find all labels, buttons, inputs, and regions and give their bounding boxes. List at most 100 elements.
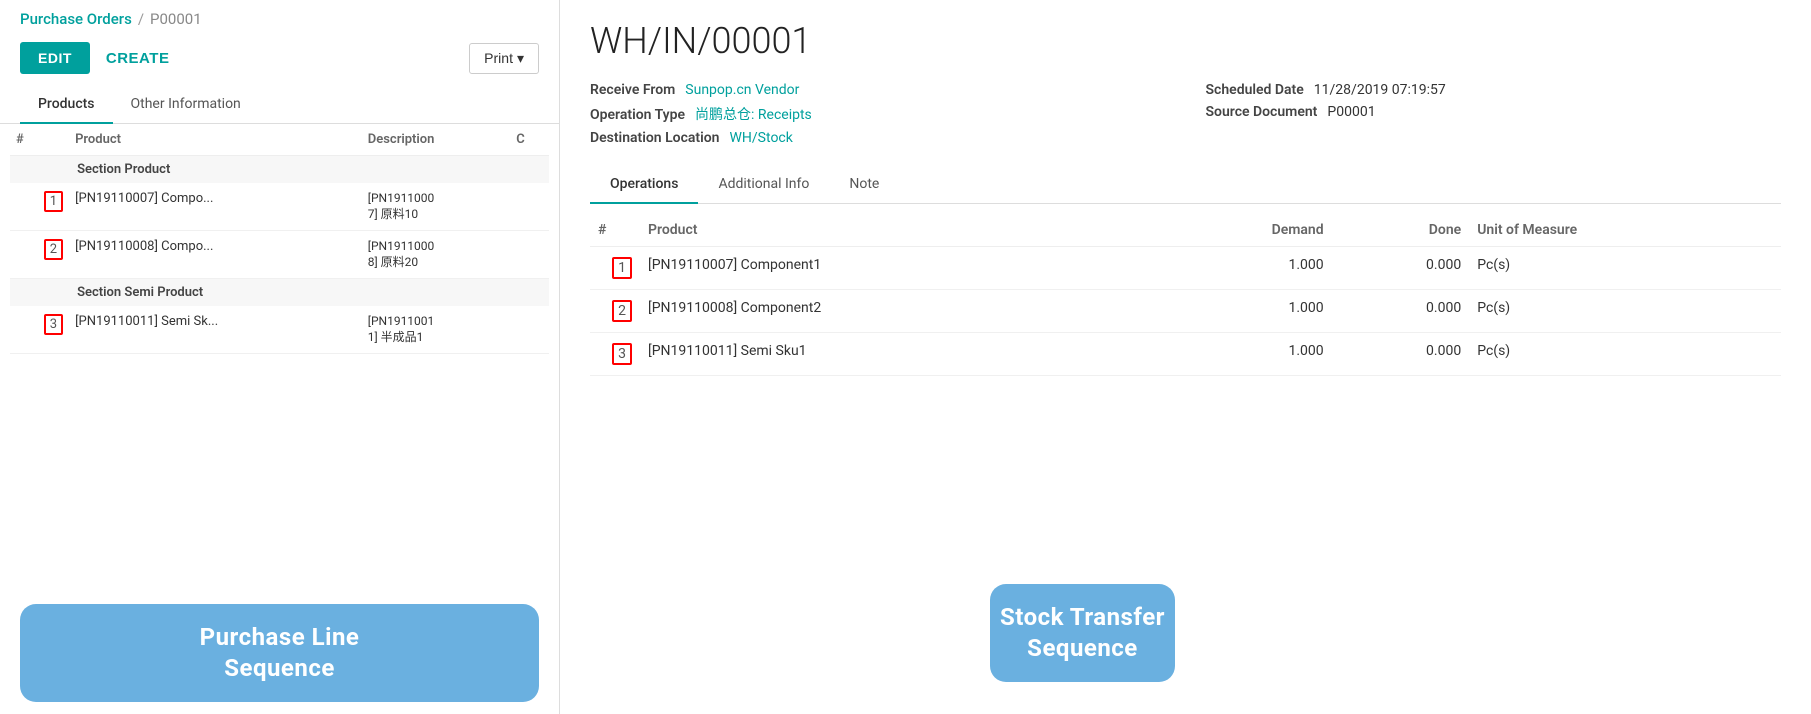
receive-from-row: Receive From Sunpop.cn Vendor xyxy=(590,82,1166,98)
print-dropdown-icon[interactable]: ▾ xyxy=(517,50,524,67)
wh-title: WH/IN/00001 xyxy=(590,20,1781,62)
tab-other-information[interactable]: Other Information xyxy=(113,86,259,124)
col-description: Description xyxy=(362,124,511,156)
ops-row-uom: Pc(s) xyxy=(1469,247,1781,290)
col-num: # xyxy=(10,124,69,156)
operation-type-value[interactable]: 尚鹏总仓: Receipts xyxy=(695,104,812,124)
scheduled-date-label: Scheduled Date xyxy=(1206,82,1304,98)
table-row: 1 [PN19110007] Component1 1.000 0.000 Pc… xyxy=(590,247,1781,290)
row-num: 2 xyxy=(10,231,69,279)
ops-highlight-3: 3 xyxy=(612,343,632,365)
bottom-row: Stock TransferSequence xyxy=(590,572,1781,694)
info-col-right: Scheduled Date 11/28/2019 07:19:57 Sourc… xyxy=(1206,82,1782,146)
row-description: [PN19110007] 原料10 xyxy=(362,183,511,231)
breadcrumb-separator: / xyxy=(138,10,144,28)
scheduled-date-value: 11/28/2019 07:19:57 xyxy=(1314,82,1446,98)
ops-row-done: 0.000 xyxy=(1332,247,1470,290)
ops-row-product: [PN19110007] Component1 xyxy=(640,247,1149,290)
section-row-semi: Section Semi Product xyxy=(10,279,549,307)
row-num: 1 xyxy=(10,183,69,231)
table-row: 1 [PN19110007] Compo... [PN19110007] 原料1… xyxy=(10,183,549,231)
row-description: [PN19110011] 半成品1 xyxy=(362,306,511,354)
ops-row-uom: Pc(s) xyxy=(1469,333,1781,376)
print-label: Print xyxy=(484,50,513,66)
row-description: [PN19110008] 原料20 xyxy=(362,231,511,279)
purchase-line-sequence-banner: Purchase LineSequence xyxy=(20,604,539,702)
ops-row-product: [PN19110011] Semi Sku1 xyxy=(640,333,1149,376)
row-num: 3 xyxy=(10,306,69,354)
destination-label: Destination Location xyxy=(590,130,720,146)
products-table-header: # Product Description C xyxy=(10,124,549,156)
ops-table-header: # Product Demand Done Unit of Measure xyxy=(590,214,1781,247)
source-doc-label: Source Document xyxy=(1206,104,1318,120)
ops-col-uom: Unit of Measure xyxy=(1469,214,1781,247)
stock-transfer-sequence-banner: Stock TransferSequence xyxy=(990,584,1175,682)
source-doc-row: Source Document P00001 xyxy=(1206,104,1782,120)
operation-type-label: Operation Type xyxy=(590,107,685,123)
row-product: [PN19110011] Semi Sk... xyxy=(69,306,362,354)
action-bar: EDIT CREATE Print ▾ xyxy=(0,34,559,86)
receive-from-value[interactable]: Sunpop.cn Vendor xyxy=(685,82,799,98)
receive-from-label: Receive From xyxy=(590,82,675,98)
highlight-num-1: 1 xyxy=(44,191,63,212)
col-c: C xyxy=(510,124,549,156)
breadcrumb: Purchase Orders / P00001 xyxy=(0,0,559,34)
highlight-num-3: 3 xyxy=(44,314,63,335)
left-panel: Purchase Orders / P00001 EDIT CREATE Pri… xyxy=(0,0,560,714)
source-doc-value: P00001 xyxy=(1327,104,1375,120)
ops-row-done: 0.000 xyxy=(1332,290,1470,333)
destination-value[interactable]: WH/Stock xyxy=(730,130,793,146)
breadcrumb-current: P00001 xyxy=(150,10,202,28)
operation-type-row: Operation Type 尚鹏总仓: Receipts xyxy=(590,104,1166,124)
ops-col-demand: Demand xyxy=(1149,214,1332,247)
print-button[interactable]: Print ▾ xyxy=(469,43,539,74)
row-product: [PN19110007] Compo... xyxy=(69,183,362,231)
products-table-body: Section Product 1 [PN19110007] Compo... … xyxy=(10,156,549,354)
ops-row-demand: 1.000 xyxy=(1149,247,1332,290)
table-row: 3 [PN19110011] Semi Sku1 1.000 0.000 Pc(… xyxy=(590,333,1781,376)
table-row: 3 [PN19110011] Semi Sk... [PN19110011] 半… xyxy=(10,306,549,354)
info-col-left: Receive From Sunpop.cn Vendor Operation … xyxy=(590,82,1166,146)
tabs-left: Products Other Information xyxy=(0,86,559,124)
tabs-right: Operations Additional Info Note xyxy=(590,166,1781,204)
destination-row: Destination Location WH/Stock xyxy=(590,130,1166,146)
ops-col-product: Product xyxy=(640,214,1149,247)
tab-additional-info[interactable]: Additional Info xyxy=(698,166,829,204)
edit-button[interactable]: EDIT xyxy=(20,42,90,74)
right-panel: WH/IN/00001 Receive From Sunpop.cn Vendo… xyxy=(560,0,1811,714)
tab-note[interactable]: Note xyxy=(829,166,899,204)
row-c xyxy=(510,306,549,354)
highlight-num-2: 2 xyxy=(44,239,63,260)
section-label-semi: Section Semi Product xyxy=(69,279,549,307)
section-label-product: Section Product xyxy=(69,156,549,184)
row-product: [PN19110008] Compo... xyxy=(69,231,362,279)
ops-row-num: 3 xyxy=(590,333,640,376)
breadcrumb-link[interactable]: Purchase Orders xyxy=(20,10,132,28)
info-grid: Receive From Sunpop.cn Vendor Operation … xyxy=(590,82,1781,146)
ops-row-demand: 1.000 xyxy=(1149,333,1332,376)
products-table-area: # Product Description C Section Product xyxy=(0,124,559,592)
table-row: 2 [PN19110008] Compo... [PN19110008] 原料2… xyxy=(10,231,549,279)
ops-row-done: 0.000 xyxy=(1332,333,1470,376)
ops-row-uom: Pc(s) xyxy=(1469,290,1781,333)
products-table: # Product Description C Section Product xyxy=(10,124,549,354)
ops-col-num: # xyxy=(590,214,640,247)
table-row: 2 [PN19110008] Component2 1.000 0.000 Pc… xyxy=(590,290,1781,333)
ops-row-demand: 1.000 xyxy=(1149,290,1332,333)
tab-products[interactable]: Products xyxy=(20,86,113,124)
ops-row-num: 1 xyxy=(590,247,640,290)
col-product: Product xyxy=(69,124,362,156)
ops-col-done: Done xyxy=(1332,214,1470,247)
operations-table: # Product Demand Done Unit of Measure 1 xyxy=(590,214,1781,376)
operations-table-area: # Product Demand Done Unit of Measure 1 xyxy=(590,204,1781,564)
row-c xyxy=(510,231,549,279)
tab-operations[interactable]: Operations xyxy=(590,166,698,204)
ops-table-body: 1 [PN19110007] Component1 1.000 0.000 Pc… xyxy=(590,247,1781,376)
ops-row-num: 2 xyxy=(590,290,640,333)
section-row-product: Section Product xyxy=(10,156,549,184)
ops-row-product: [PN19110008] Component2 xyxy=(640,290,1149,333)
ops-highlight-2: 2 xyxy=(612,300,632,322)
create-button[interactable]: CREATE xyxy=(106,50,170,67)
scheduled-date-row: Scheduled Date 11/28/2019 07:19:57 xyxy=(1206,82,1782,98)
ops-highlight-1: 1 xyxy=(612,257,632,279)
